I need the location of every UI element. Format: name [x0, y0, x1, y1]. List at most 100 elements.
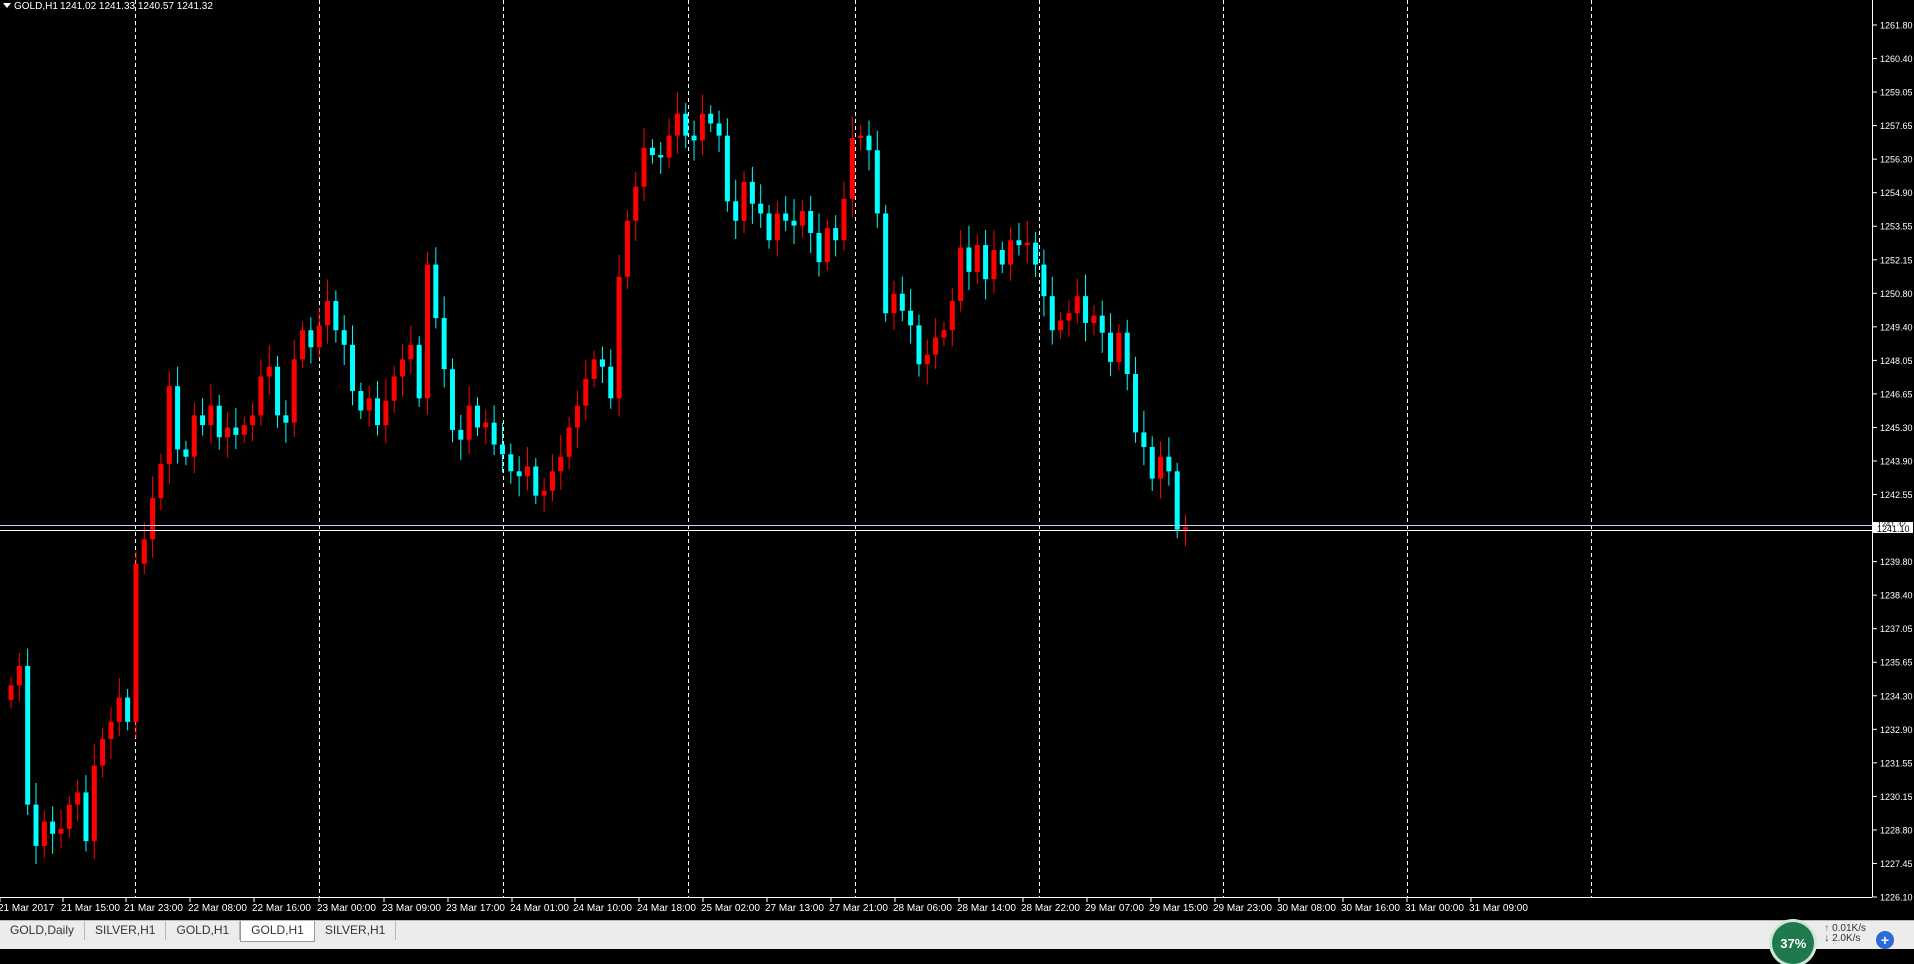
grid-layer	[135, 0, 1592, 897]
candle-body-135	[1133, 374, 1139, 433]
download-arrow-icon: ↓	[1824, 933, 1830, 944]
candle-body-12	[108, 721, 114, 739]
price-tick-label: 1261.80	[1880, 21, 1913, 31]
candle-body-6	[58, 828, 64, 834]
time-tick-label: 27 Mar 13:00	[765, 903, 824, 914]
candle-body-22	[191, 415, 197, 457]
candle-body-26	[225, 427, 231, 438]
candle-body-15	[133, 563, 139, 722]
candle-body-64	[541, 490, 547, 496]
time-tick-label: 28 Mar 06:00	[893, 903, 952, 914]
candle-body-121	[1016, 240, 1022, 246]
candle-body-129	[1083, 296, 1089, 323]
candle-body-53	[449, 369, 455, 430]
candle-body-61	[516, 471, 522, 477]
candle-body-40	[341, 330, 347, 345]
candle-body-0	[8, 685, 14, 700]
candle-body-60	[508, 454, 514, 472]
ohlc-label: 1241.02 1241.33 1240.57 1241.32	[60, 1, 213, 12]
candle-body-48	[408, 344, 414, 360]
tab-silver-h1[interactable]: SILVER,H1	[85, 921, 167, 940]
candle-body-90	[758, 203, 764, 214]
candle-body-78	[658, 155, 664, 158]
candle-body-67	[566, 427, 572, 457]
candle-body-46	[391, 376, 397, 401]
candle-body-11	[100, 738, 106, 766]
candle-body-52	[441, 318, 447, 370]
candle-body-18	[158, 464, 164, 499]
candle-body-99	[833, 228, 839, 241]
candle-body-96	[808, 211, 814, 233]
price-tick-label: 1245.30	[1880, 423, 1913, 433]
network-status: 37% ↑ 0.01K/s ↓ 2.0K/s +	[1772, 920, 1914, 964]
candle-body-69	[583, 378, 589, 406]
candle-body-38	[325, 301, 331, 326]
candle-body-37	[316, 325, 322, 348]
candle-body-43	[366, 398, 372, 411]
candle-body-14	[125, 697, 131, 722]
price-tick-label: 1237.05	[1880, 624, 1913, 634]
candle-body-101	[849, 138, 855, 199]
candle-body-108	[908, 310, 914, 326]
candle-body-31	[266, 366, 272, 377]
candle-body-124	[1041, 264, 1047, 297]
tab-gold-h1[interactable]: GOLD,H1	[166, 921, 241, 940]
candle-body-84	[708, 113, 714, 124]
candle-body-122	[1024, 242, 1030, 246]
time-tick-label: 21 Mar 23:00	[124, 903, 183, 914]
candle-body-91	[766, 213, 772, 241]
candle-body-28	[241, 425, 247, 435]
tab-gold-daily[interactable]: GOLD,Daily	[0, 921, 86, 940]
candle-body-110	[924, 354, 930, 365]
add-icon[interactable]: +	[1876, 931, 1894, 949]
candle-body-107	[899, 293, 905, 311]
download-speed: 2.0K/s	[1832, 933, 1861, 944]
symbol-dropdown-icon[interactable]	[3, 3, 11, 8]
candle-body-65	[549, 471, 555, 491]
candle-body-89	[749, 181, 755, 204]
price-tick-label: 1254.90	[1880, 188, 1913, 198]
candle-body-27	[233, 427, 239, 435]
candle-body-35	[300, 330, 306, 360]
candle-body-24	[208, 405, 214, 426]
candle-body-136	[1141, 432, 1147, 447]
candle-body-9	[83, 792, 89, 842]
time-tick-label: 30 Mar 16:00	[1341, 903, 1400, 914]
percent-badge[interactable]: 37%	[1772, 922, 1815, 964]
candle-body-141	[1183, 527, 1189, 530]
speed-readout: ↑ 0.01K/s ↓ 2.0K/s	[1824, 924, 1866, 944]
tab-gold-h1-active[interactable]: GOLD,H1	[240, 921, 315, 942]
price-chart[interactable]: 1261.80 1260.40 1259.05 1257.65 1256.30 1254.…	[0, 0, 1914, 948]
price-tick-label: 1253.55	[1880, 222, 1913, 232]
candle-body-132	[1108, 332, 1114, 362]
candle-body-42	[358, 391, 364, 411]
candle-body-95	[799, 211, 805, 226]
candle-body-21	[183, 449, 189, 457]
candle-body-36	[308, 330, 314, 348]
candle-body-2	[25, 665, 31, 805]
time-tick-label: 29 Mar 15:00	[1149, 903, 1208, 914]
price-tick-label: 1226.10	[1880, 893, 1913, 903]
candle-body-19	[166, 386, 172, 465]
candle-body-20	[175, 386, 181, 450]
price-tick-label: 1231.55	[1880, 758, 1913, 768]
candle-body-45	[383, 400, 389, 426]
candle-body-114	[958, 247, 964, 302]
time-tick-label: 22 Mar 16:00	[252, 903, 311, 914]
candle-body-10	[91, 765, 97, 842]
time-tick-label: 24 Mar 18:00	[637, 903, 696, 914]
time-tick-label: 29 Mar 07:00	[1085, 903, 1144, 914]
candle-body-120	[1008, 240, 1014, 265]
price-tick-label: 1230.15	[1880, 792, 1913, 802]
candle-body-85	[716, 123, 722, 136]
candle-body-81	[683, 113, 689, 136]
candle-body-44	[375, 398, 381, 426]
time-tick-label: 28 Mar 22:00	[1021, 903, 1080, 914]
candle-body-92	[774, 213, 780, 241]
price-tick-label: 1249.40	[1880, 322, 1913, 332]
candle-body-117	[983, 245, 989, 280]
symbol-label: GOLD,H1	[14, 1, 58, 12]
candle-body-25	[216, 405, 222, 438]
tab-silver-h1-second[interactable]: SILVER,H1	[315, 921, 397, 940]
candle-body-49	[416, 344, 422, 399]
